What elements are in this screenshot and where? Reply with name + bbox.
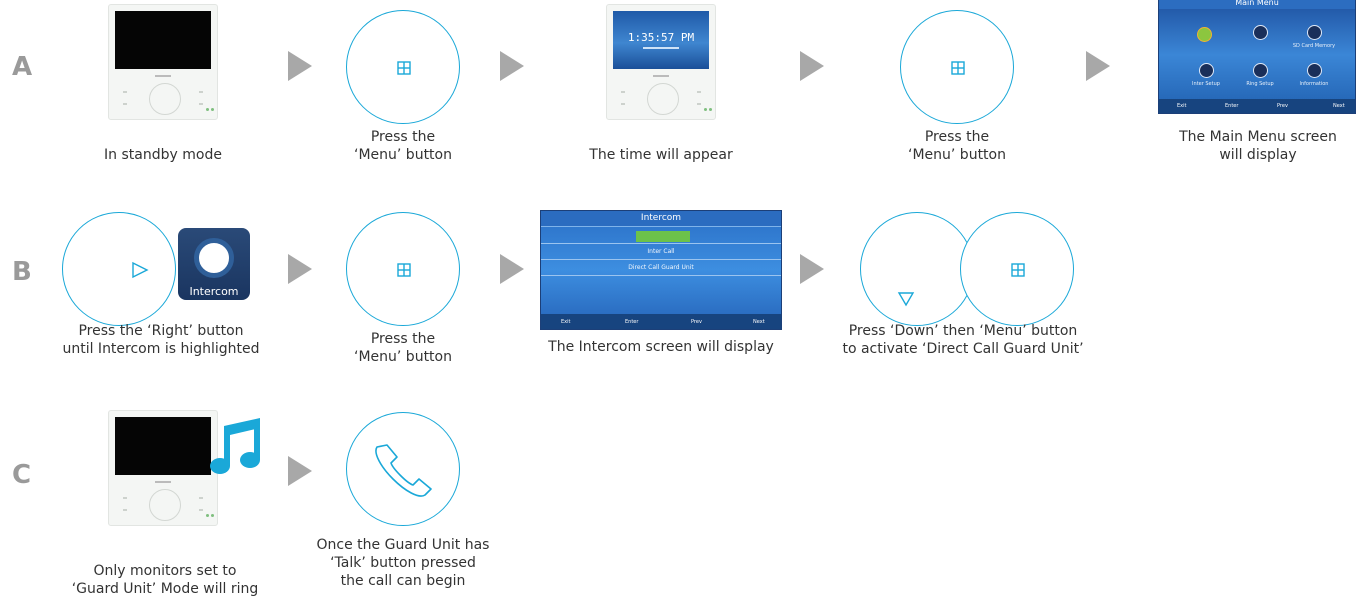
row-label-a: A xyxy=(12,52,33,82)
menu-grid-icon xyxy=(951,61,965,75)
right-button xyxy=(62,212,176,326)
menu-grid-icon xyxy=(1011,263,1025,277)
menu-grid-icon xyxy=(397,263,411,277)
step-a5-caption: The Main Menu screen will display xyxy=(1179,129,1337,163)
flow-arrow xyxy=(500,51,524,81)
step-a1-caption: In standby mode xyxy=(104,147,222,163)
info-icon xyxy=(1307,63,1322,78)
step-c1-caption: Only monitors set to ‘Guard Unit’ Mode w… xyxy=(71,563,259,597)
intercom-tile-label: Intercom xyxy=(189,285,239,298)
flow-arrow xyxy=(288,456,312,486)
intercom-row-direct-call: Direct Call Guard Unit xyxy=(541,261,781,276)
menu-button xyxy=(346,212,460,326)
main-menu-footer: Exit Enter Prev Next xyxy=(1159,99,1355,113)
down-button xyxy=(860,212,974,326)
monitor-standby xyxy=(108,4,218,120)
step-b2-caption: Press the ‘Menu’ button xyxy=(354,331,452,365)
intercom-row-inter-call: Inter Call xyxy=(541,245,781,260)
menu-grid-icon xyxy=(397,61,411,75)
flow-arrow xyxy=(800,254,824,284)
flow-arrow xyxy=(288,51,312,81)
down-triangle-icon xyxy=(897,292,915,307)
intercom-footer: Exit Enter Prev Next xyxy=(541,314,781,329)
menu-button xyxy=(346,10,460,124)
clock-time: 1:35:57 PM xyxy=(627,31,695,44)
flow-arrow xyxy=(800,51,824,81)
chat-bubble-icon xyxy=(194,238,234,278)
menu-label-information: Information xyxy=(1299,81,1329,87)
main-menu-screen: Main Menu SD Card Memory Inter Setup Rin… xyxy=(1158,0,1356,114)
monitor-ringing xyxy=(108,410,218,526)
menu-label-sd: SD Card Memory xyxy=(1292,43,1336,49)
monitor-screen xyxy=(115,11,211,69)
menu-item-icon xyxy=(1197,27,1212,42)
step-b3-caption: The Intercom screen will display xyxy=(548,339,774,355)
flow-arrow xyxy=(500,254,524,284)
music-note-icon xyxy=(210,418,260,474)
step-b4-caption: Press ‘Down’ then ‘Menu’ button to activ… xyxy=(842,323,1084,357)
step-a2-caption: Press the ‘Menu’ button xyxy=(354,129,452,163)
phone-handset-icon xyxy=(375,444,432,497)
nav-pad xyxy=(149,489,181,521)
step-c2-caption: Once the Guard Unit has ‘Talk’ button pr… xyxy=(316,537,490,589)
monitor-time: 1:35:57 PM xyxy=(606,4,716,120)
row-label-c: C xyxy=(12,460,32,490)
gear-icon xyxy=(1199,63,1214,78)
intercom-screen: Intercom Inter Call Direct Call Guard Un… xyxy=(540,210,782,330)
card-icon xyxy=(1307,25,1322,40)
flow-arrow xyxy=(1086,51,1110,81)
row-label-b: B xyxy=(12,257,32,287)
menu-button xyxy=(960,212,1074,326)
step-a3-caption: The time will appear xyxy=(589,147,733,163)
main-menu-title: Main Menu xyxy=(1159,0,1355,9)
right-triangle-icon xyxy=(132,261,149,279)
time-screen: 1:35:57 PM xyxy=(613,11,709,69)
chat-icon xyxy=(1253,25,1268,40)
step-b1-caption: Press the ‘Right’ button until Intercom … xyxy=(62,323,260,357)
menu-button xyxy=(900,10,1014,124)
nav-pad xyxy=(149,83,181,115)
intercom-screen-title: Intercom xyxy=(541,211,781,227)
flow-arrow xyxy=(288,254,312,284)
nav-pad xyxy=(647,83,679,115)
talk-button xyxy=(346,412,460,526)
step-a4-caption: Press the ‘Menu’ button xyxy=(908,129,1006,163)
play-icon xyxy=(1253,63,1268,78)
menu-label-inter-setup: Inter Setup xyxy=(1192,81,1220,87)
monitor-screen xyxy=(115,417,211,475)
intercom-row xyxy=(541,229,781,244)
intercom-app-icon: Intercom xyxy=(178,228,250,300)
menu-label-ring-setup: Ring Setup xyxy=(1246,81,1274,87)
